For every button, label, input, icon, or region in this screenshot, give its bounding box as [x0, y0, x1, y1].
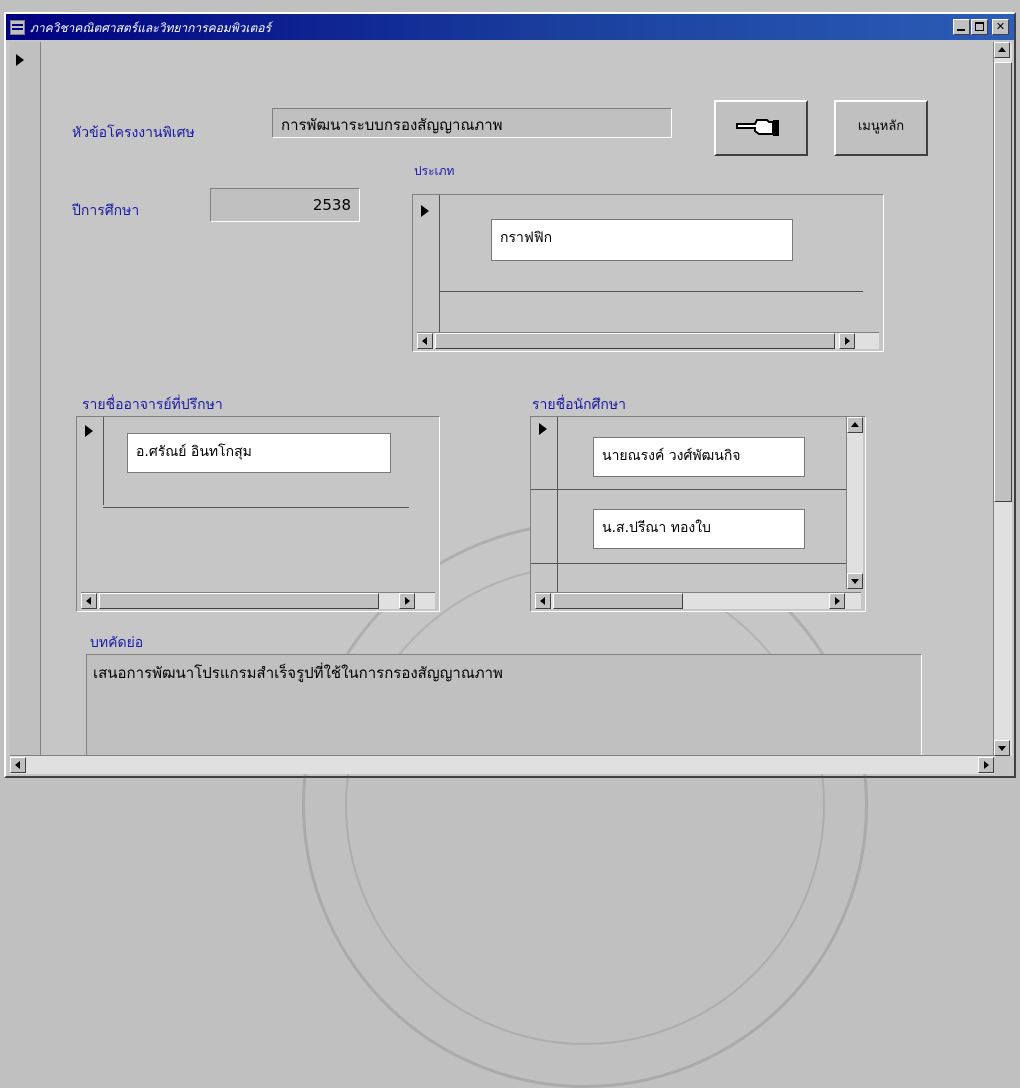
title-bar[interactable]: ภาควิชาคณิตศาสตร์และวิทยาการคอมพิวเตอร์ … — [6, 14, 1014, 40]
advisor-horizontal-scrollbar[interactable] — [81, 592, 435, 609]
student-name-field[interactable]: นายณรงค์ วงศ์พัฒนกิจ — [593, 437, 805, 477]
student-list-label: รายชื่อนักศึกษา — [532, 397, 626, 413]
scroll-left-button[interactable] — [10, 757, 26, 773]
row-divider — [531, 489, 847, 490]
student-vertical-scrollbar[interactable] — [846, 417, 863, 589]
application-window: ภาควิชาคณิตศาสตร์และวิทยาการคอมพิวเตอร์ … — [4, 12, 1016, 1088]
minimize-button[interactable] — [953, 19, 970, 35]
abstract-label: บทคัดย่อ — [90, 635, 144, 651]
scroll-left-button[interactable] — [535, 593, 551, 609]
scroll-left-button[interactable] — [417, 333, 433, 349]
row-divider — [531, 563, 847, 564]
scroll-right-button[interactable] — [978, 757, 994, 773]
scroll-right-button[interactable] — [399, 593, 415, 609]
category-horizontal-scrollbar[interactable] — [417, 332, 879, 349]
academic-year-field[interactable]: 2538 — [210, 188, 360, 222]
category-field[interactable]: กราฟฟิก — [491, 219, 793, 261]
scroll-left-button[interactable] — [81, 593, 97, 609]
main-menu-button[interactable]: เมนูหลัก — [834, 100, 928, 156]
project-title-label: หัวข้อโครงงานพิเศษ — [72, 125, 195, 141]
current-record-arrow-icon — [85, 425, 93, 437]
row-divider — [103, 507, 409, 508]
form-view-icon[interactable] — [10, 20, 25, 35]
project-form: หัวข้อโครงงานพิเศษ การพัฒนาระบบกรองสัญญา… — [42, 42, 986, 1088]
academic-year-label: ปีการศึกษา — [72, 203, 140, 219]
scroll-thumb[interactable] — [994, 62, 1012, 502]
row-divider — [439, 291, 863, 292]
scroll-down-button[interactable] — [994, 740, 1010, 756]
hand-pointing-left-icon — [736, 119, 779, 136]
maximize-button[interactable] — [971, 19, 988, 35]
close-button[interactable]: ✕ — [992, 19, 1009, 35]
student-name-field[interactable]: น.ส.ปรีณา ทองใบ — [593, 509, 805, 549]
project-title-field[interactable]: การพัฒนาระบบกรองสัญญาณภาพ — [272, 108, 672, 138]
advisor-list-label: รายชื่ออาจารย์ที่ปรึกษา — [82, 397, 223, 413]
scroll-down-button[interactable] — [847, 573, 863, 589]
scroll-thumb[interactable] — [435, 333, 835, 349]
scroll-right-button[interactable] — [839, 333, 855, 349]
scroll-thumb[interactable] — [553, 593, 683, 609]
category-record-selector[interactable] — [413, 195, 440, 333]
scroll-up-button[interactable] — [994, 42, 1010, 58]
abstract-field[interactable]: เสนอการพัฒนาโปรแกรมสำเร็จรูปที่ใช้ในการก… — [86, 654, 922, 764]
scroll-up-button[interactable] — [847, 417, 863, 433]
current-record-arrow-icon — [16, 54, 24, 66]
scroll-thumb[interactable] — [99, 593, 379, 609]
student-subform: นายณรงค์ วงศ์พัฒนกิจ น.ส.ปรีณา ทองใบ — [530, 416, 866, 612]
go-back-button[interactable] — [714, 100, 808, 156]
record-selector[interactable] — [10, 42, 41, 762]
advisor-record-selector[interactable] — [77, 417, 104, 505]
form-horizontal-scrollbar[interactable] — [10, 755, 994, 774]
advisor-subform: อ.ศรัณย์ อินทโกสุม — [76, 416, 440, 612]
scroll-right-button[interactable] — [829, 593, 845, 609]
current-record-arrow-icon — [421, 205, 429, 217]
window-title: ภาควิชาคณิตศาสตร์และวิทยาการคอมพิวเตอร์ — [30, 21, 271, 35]
current-record-arrow-icon — [539, 423, 547, 435]
student-horizontal-scrollbar[interactable] — [535, 592, 861, 609]
category-subform: กราฟฟิก — [412, 194, 884, 352]
advisor-name-field[interactable]: อ.ศรัณย์ อินทโกสุม — [127, 433, 391, 473]
student-record-selector[interactable] — [531, 417, 558, 593]
form-vertical-scrollbar[interactable] — [993, 42, 1012, 756]
category-label: ประเภท — [414, 164, 455, 178]
